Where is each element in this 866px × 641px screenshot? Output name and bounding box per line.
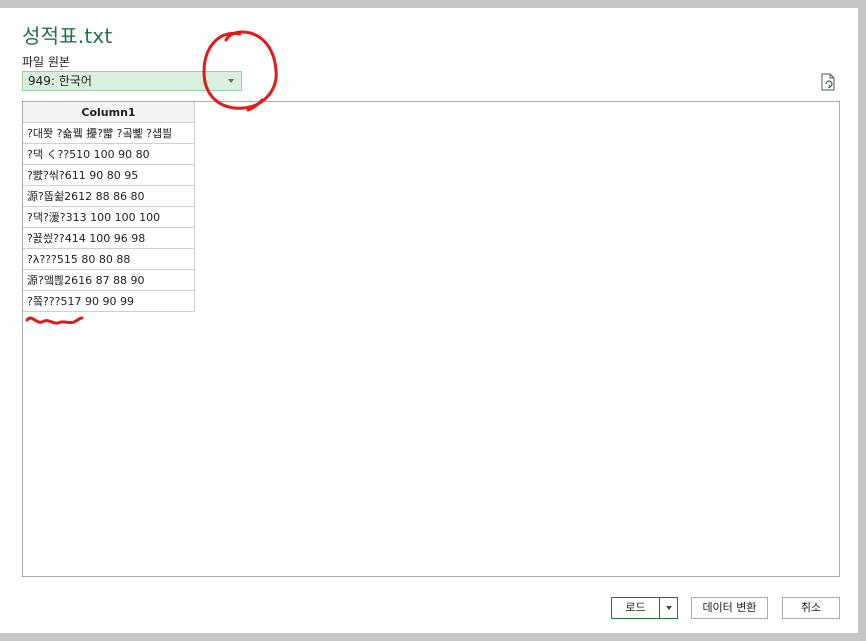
table-row: ?λ???515 80 80 88 [23, 248, 195, 270]
file-origin-value: 949: 한국어 [28, 74, 92, 88]
dialog-title: 성적표.txt [22, 24, 113, 48]
table-row: ?꾨씠??414 100 96 98 [23, 227, 195, 249]
file-origin-select[interactable]: 949: 한국어 [22, 71, 242, 91]
table-cell: 源?앸쁺2616 87 88 90 [23, 269, 195, 291]
table-cell: ?쫔???517 90 90 99 [23, 290, 195, 312]
table-cell: 源?뚭쉶2612 88 86 80 [23, 185, 195, 207]
preview-table: Column1 ?대쫫 ?숇뀈 擾?뺣 ?곸뼱 ?섑븰 ?댁 く??510 10… [23, 102, 195, 312]
load-button[interactable]: 로드 [611, 597, 660, 619]
transform-data-button[interactable]: 데이터 변환 [691, 597, 768, 619]
table-row: 源?앸쁺2616 87 88 90 [23, 269, 195, 291]
table-cell: ?댁?湲?313 100 100 100 [23, 206, 195, 228]
table-cell: ?꾨씠??414 100 96 98 [23, 227, 195, 249]
cancel-button[interactable]: 취소 [782, 597, 840, 619]
import-dialog: 성적표.txt 파일 원본 949: 한국어 Column1 ?대쫫 ?숇뀈 擾… [0, 8, 858, 633]
table-cell: ?뺤?씪?611 90 80 95 [23, 164, 195, 186]
table-cell: ?λ???515 80 80 88 [23, 248, 195, 270]
chevron-down-icon [666, 606, 672, 610]
data-preview: Column1 ?대쫫 ?숇뀈 擾?뺣 ?곸뼱 ?섑븰 ?댁 く??510 10… [22, 101, 840, 577]
load-options-button[interactable] [659, 597, 678, 619]
file-origin-label: 파일 원본 [22, 55, 70, 69]
table-cell: ?댁 く??510 100 90 80 [23, 143, 195, 165]
table-row: ?댁 く??510 100 90 80 [23, 143, 195, 165]
table-row: 源?뚭쉶2612 88 86 80 [23, 185, 195, 207]
refresh-icon[interactable] [820, 73, 836, 91]
table-row: ?쫔???517 90 90 99 [23, 290, 195, 312]
table-row: ?뺤?씪?611 90 80 95 [23, 164, 195, 186]
table-cell: ?대쫫 ?숇뀈 擾?뺣 ?곸뼱 ?섑븰 [23, 122, 195, 144]
chevron-down-icon [228, 79, 234, 83]
table-row: ?댁?湲?313 100 100 100 [23, 206, 195, 228]
table-row: ?대쫫 ?숇뀈 擾?뺣 ?곸뼱 ?섑븰 [23, 122, 195, 144]
column-header[interactable]: Column1 [23, 102, 195, 123]
